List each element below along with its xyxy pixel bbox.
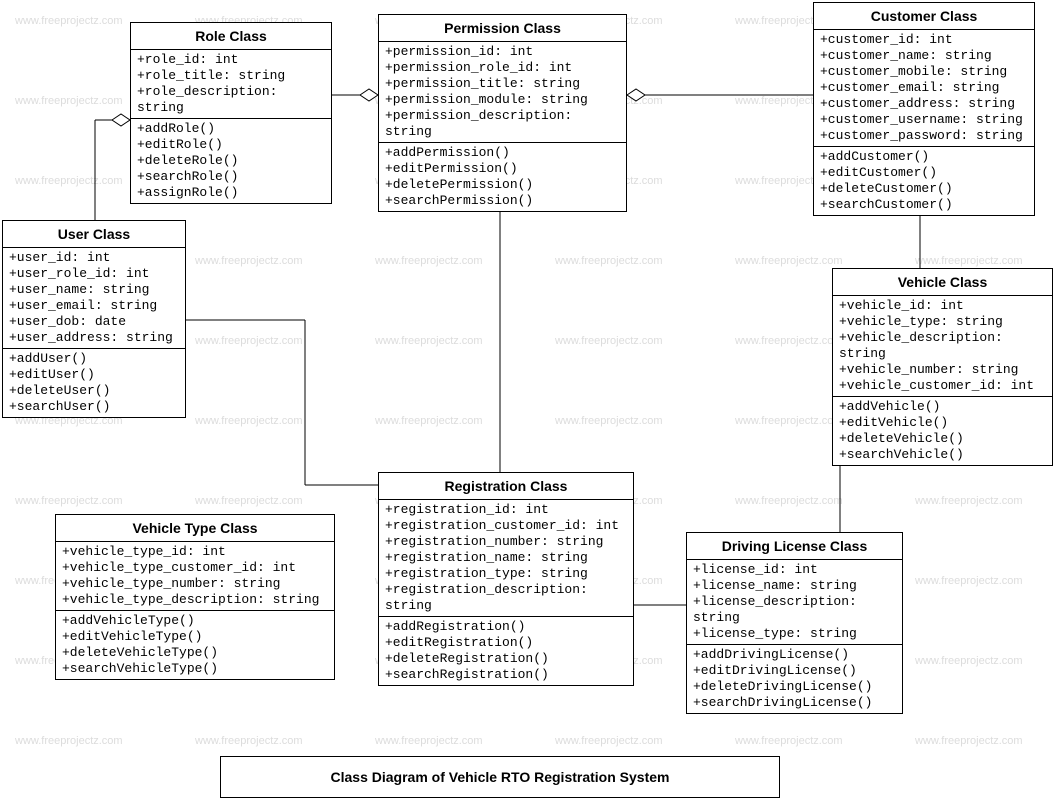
watermark-text: www.freeprojectz.com — [915, 495, 1023, 507]
watermark-text: www.freeprojectz.com — [735, 415, 843, 427]
class-title: Permission Class — [379, 15, 626, 42]
watermark-text: www.freeprojectz.com — [195, 335, 303, 347]
watermark-text: www.freeprojectz.com — [735, 735, 843, 747]
class-permission: Permission Class +permission_id: int+per… — [378, 14, 627, 212]
class-ops: +addVehicle()+editVehicle()+deleteVehicl… — [833, 396, 1052, 465]
watermark-text: www.freeprojectz.com — [555, 255, 663, 267]
class-registration: Registration Class +registration_id: int… — [378, 472, 634, 686]
watermark-text: www.freeprojectz.com — [915, 255, 1023, 267]
watermark-text: www.freeprojectz.com — [915, 735, 1023, 747]
watermark-text: www.freeprojectz.com — [375, 255, 483, 267]
class-ops: +addVehicleType()+editVehicleType()+dele… — [56, 610, 334, 679]
watermark-text: www.freeprojectz.com — [15, 175, 123, 187]
class-attrs: +vehicle_id: int+vehicle_type: string+ve… — [833, 296, 1052, 396]
class-attrs: +customer_id: int+customer_name: string+… — [814, 30, 1034, 146]
watermark-text: www.freeprojectz.com — [375, 735, 483, 747]
class-user: User Class +user_id: int+user_role_id: i… — [2, 220, 186, 418]
class-driving-license: Driving License Class +license_id: int+l… — [686, 532, 903, 714]
class-ops: +addRegistration()+editRegistration()+de… — [379, 616, 633, 685]
watermark-text: www.freeprojectz.com — [915, 655, 1023, 667]
watermark-text: www.freeprojectz.com — [195, 495, 303, 507]
class-attrs: +registration_id: int+registration_custo… — [379, 500, 633, 616]
class-role: Role Class +role_id: int+role_title: str… — [130, 22, 332, 204]
class-title: Vehicle Type Class — [56, 515, 334, 542]
watermark-text: www.freeprojectz.com — [915, 575, 1023, 587]
watermark-text: www.freeprojectz.com — [15, 15, 123, 27]
class-ops: +addCustomer()+editCustomer()+deleteCust… — [814, 146, 1034, 215]
watermark-text: www.freeprojectz.com — [735, 495, 843, 507]
watermark-text: www.freeprojectz.com — [735, 335, 843, 347]
watermark-text: www.freeprojectz.com — [15, 735, 123, 747]
watermark-text: www.freeprojectz.com — [15, 495, 123, 507]
watermark-text: www.freeprojectz.com — [195, 255, 303, 267]
class-title: Driving License Class — [687, 533, 902, 560]
watermark-text: www.freeprojectz.com — [195, 735, 303, 747]
class-attrs: +permission_id: int+permission_role_id: … — [379, 42, 626, 142]
class-attrs: +role_id: int+role_title: string+role_de… — [131, 50, 331, 118]
class-title: Registration Class — [379, 473, 633, 500]
watermark-text: www.freeprojectz.com — [375, 415, 483, 427]
class-attrs: +user_id: int+user_role_id: int+user_nam… — [3, 248, 185, 348]
class-attrs: +vehicle_type_id: int+vehicle_type_custo… — [56, 542, 334, 610]
class-title: Customer Class — [814, 3, 1034, 30]
class-ops: +addUser()+editUser()+deleteUser()+searc… — [3, 348, 185, 417]
class-vehicle-type: Vehicle Type Class +vehicle_type_id: int… — [55, 514, 335, 680]
class-title: Role Class — [131, 23, 331, 50]
class-title: User Class — [3, 221, 185, 248]
watermark-text: www.freeprojectz.com — [555, 335, 663, 347]
class-ops: +addRole()+editRole()+deleteRole()+searc… — [131, 118, 331, 203]
watermark-text: www.freeprojectz.com — [375, 335, 483, 347]
watermark-text: www.freeprojectz.com — [555, 735, 663, 747]
class-ops: +addDrivingLicense()+editDrivingLicense(… — [687, 644, 902, 713]
class-customer: Customer Class +customer_id: int+custome… — [813, 2, 1035, 216]
watermark-text: www.freeprojectz.com — [555, 415, 663, 427]
class-vehicle: Vehicle Class +vehicle_id: int+vehicle_t… — [832, 268, 1053, 466]
class-attrs: +license_id: int+license_name: string+li… — [687, 560, 902, 644]
watermark-text: www.freeprojectz.com — [735, 255, 843, 267]
diagram-caption: Class Diagram of Vehicle RTO Registratio… — [220, 756, 780, 798]
watermark-text: www.freeprojectz.com — [195, 415, 303, 427]
class-ops: +addPermission()+editPermission()+delete… — [379, 142, 626, 211]
class-title: Vehicle Class — [833, 269, 1052, 296]
watermark-text: www.freeprojectz.com — [15, 95, 123, 107]
